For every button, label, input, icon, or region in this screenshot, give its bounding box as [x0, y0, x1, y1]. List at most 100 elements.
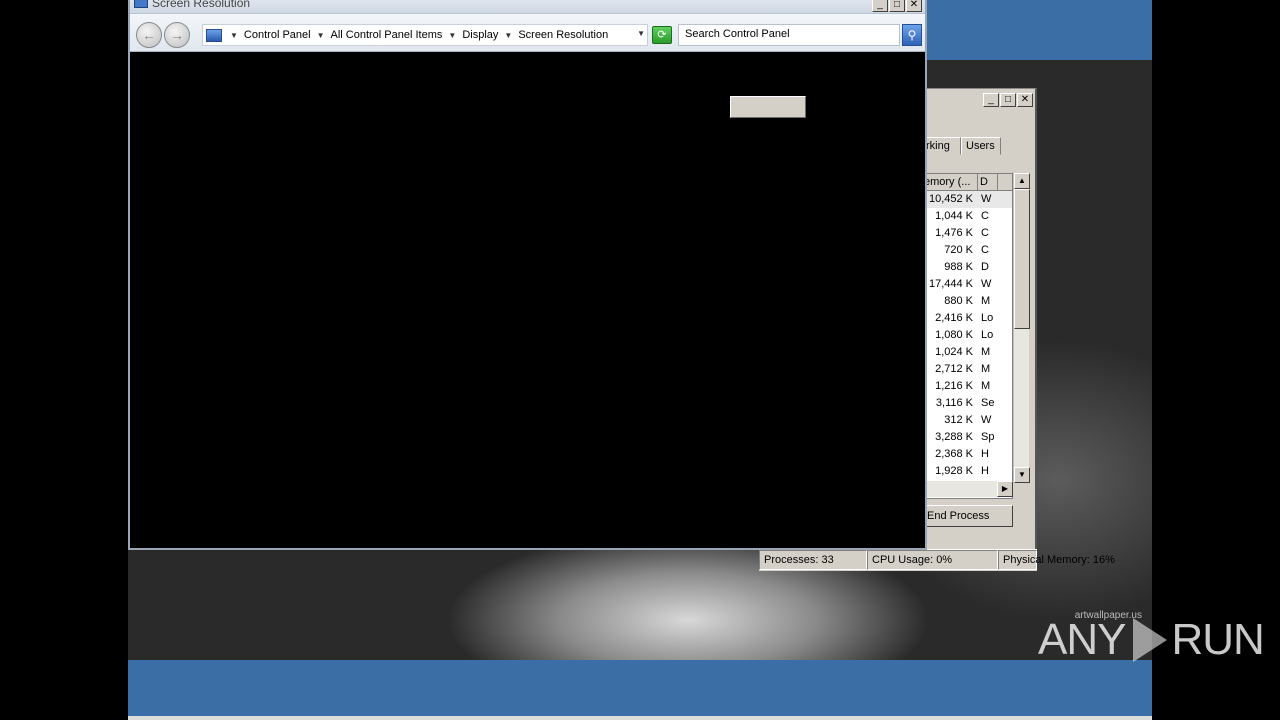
- memory-cell: 1,080 K: [935, 329, 973, 341]
- maximize-button[interactable]: □: [1000, 93, 1016, 107]
- memory-cell: 880 K: [944, 295, 973, 307]
- column-description[interactable]: D: [978, 174, 998, 190]
- memory-cell: 1,928 K: [935, 465, 973, 477]
- chevron-down-icon[interactable]: ▼: [500, 31, 516, 40]
- memory-cell: 1,476 K: [935, 227, 973, 239]
- table-row[interactable]: 2,712 K M: [922, 361, 1012, 378]
- back-arrow-icon[interactable]: ←: [136, 22, 162, 48]
- breadcrumb-control-panel[interactable]: Control Panel: [242, 29, 313, 41]
- task-manager-titlebar[interactable]: _ □ ✕: [921, 89, 1035, 111]
- description-cell: M: [981, 346, 991, 358]
- tab-users[interactable]: Users: [961, 137, 1001, 155]
- table-row[interactable]: 312 K W: [922, 412, 1012, 429]
- description-cell: Sp: [981, 431, 995, 443]
- description-cell: C: [981, 244, 989, 256]
- breadcrumb-display[interactable]: Display: [460, 29, 500, 41]
- memory-cell: 17,444 K: [928, 278, 973, 290]
- vertical-scrollbar[interactable]: ▲ ▼: [1013, 173, 1030, 483]
- maximize-button[interactable]: □: [889, 0, 905, 12]
- description-cell: C: [981, 227, 989, 239]
- desktop: artwallpaper.us _ □ ✕ rking Users emory …: [0, 0, 1280, 720]
- address-bar[interactable]: ▼ Control Panel ▼ All Control Panel Item…: [202, 24, 648, 46]
- table-row[interactable]: 720 K C: [922, 242, 1012, 259]
- memory-cell: 10,452 K: [928, 193, 973, 205]
- table-row[interactable]: 2,416 K Lo: [922, 310, 1012, 327]
- process-list[interactable]: emory (... D 10,452 K W 1,044 K C 1,476 K C…: [921, 173, 1013, 499]
- memory-cell: 988 K: [944, 261, 973, 273]
- table-row[interactable]: 1,080 K Lo: [922, 327, 1012, 344]
- anyrun-watermark: ANY RUN: [1038, 612, 1265, 668]
- description-cell: C: [981, 210, 989, 222]
- navigation-toolbar: ← → ▼ Control Panel ▼ All Control Panel …: [130, 14, 925, 52]
- table-row[interactable]: 988 K D: [922, 259, 1012, 276]
- memory-cell: 3,288 K: [935, 431, 973, 443]
- scroll-down-arrow-icon[interactable]: ▼: [1014, 467, 1030, 483]
- breadcrumb-all-items[interactable]: All Control Panel Items: [329, 29, 445, 41]
- refresh-icon[interactable]: ⟳: [652, 26, 672, 44]
- table-row[interactable]: 1,928 K H: [922, 463, 1012, 480]
- description-cell: Se: [981, 397, 995, 409]
- description-cell: H: [981, 465, 989, 477]
- description-cell: M: [981, 363, 991, 375]
- memory-cell: 3,116 K: [935, 397, 973, 409]
- status-processes: Processes: 33: [759, 550, 867, 570]
- description-cell: W: [981, 414, 992, 426]
- watermark-any: ANY: [1038, 615, 1126, 664]
- memory-cell: 2,368 K: [935, 448, 973, 460]
- memory-cell: 720 K: [944, 244, 973, 256]
- chevron-down-icon[interactable]: ▼: [226, 31, 242, 40]
- memory-cell: 312 K: [944, 414, 973, 426]
- scroll-up-arrow-icon[interactable]: ▲: [1014, 173, 1030, 189]
- task-manager-window: _ □ ✕ rking Users emory (... D 10,452 K W…: [759, 88, 1115, 571]
- chevron-down-icon[interactable]: ▼: [313, 31, 329, 40]
- table-row[interactable]: 1,216 K M: [922, 378, 1012, 395]
- watermark-run: RUN: [1171, 615, 1264, 664]
- memory-cell: 2,712 K: [935, 363, 973, 375]
- minimize-button[interactable]: _: [983, 93, 999, 107]
- search-input[interactable]: Search Control Panel: [678, 24, 900, 46]
- close-button[interactable]: ✕: [1017, 93, 1033, 107]
- description-cell: H: [981, 448, 989, 460]
- table-row[interactable]: 1,024 K M: [922, 344, 1012, 361]
- search-icon[interactable]: ⚲: [902, 24, 922, 46]
- table-row[interactable]: 2,368 K H: [922, 446, 1012, 463]
- table-row[interactable]: 17,444 K W: [922, 276, 1012, 293]
- display-icon: [134, 0, 148, 8]
- unlabeled-button[interactable]: [730, 96, 806, 118]
- memory-cell: 1,024 K: [935, 346, 973, 358]
- end-process-button[interactable]: End Process: [921, 505, 1013, 527]
- forward-arrow-icon[interactable]: →: [164, 22, 190, 48]
- column-memory[interactable]: emory (...: [922, 174, 978, 190]
- minimize-button[interactable]: _: [872, 0, 888, 12]
- screen-resolution-window: Screen Resolution _ □ ✕ ← → ▼ Control Pa…: [128, 0, 927, 550]
- breadcrumb-screen-resolution[interactable]: Screen Resolution: [516, 29, 610, 41]
- window-title: Screen Resolution: [152, 0, 251, 10]
- description-cell: W: [981, 193, 992, 205]
- table-row[interactable]: 1,044 K C: [922, 208, 1012, 225]
- table-row[interactable]: 10,452 K W: [922, 191, 1012, 208]
- chevron-down-icon[interactable]: ▼: [444, 31, 460, 40]
- address-dropdown-icon[interactable]: ▼: [637, 29, 645, 38]
- table-row[interactable]: 880 K M: [922, 293, 1012, 310]
- description-cell: D: [981, 261, 989, 273]
- table-row[interactable]: 3,288 K Sp: [922, 429, 1012, 446]
- taskbar-edge: [128, 716, 1152, 720]
- status-physical-memory: Physical Memory: 16%: [998, 550, 1115, 570]
- table-row[interactable]: 1,476 K C: [922, 225, 1012, 242]
- description-cell: Lo: [981, 312, 994, 324]
- table-row[interactable]: 3,116 K Se: [922, 395, 1012, 412]
- description-cell: W: [981, 278, 992, 290]
- description-cell: M: [981, 380, 991, 392]
- scroll-right-arrow-icon[interactable]: ▶: [997, 481, 1013, 497]
- scrollbar-thumb[interactable]: [1014, 189, 1030, 329]
- tab-networking[interactable]: rking: [921, 137, 961, 155]
- play-logo-icon: [1133, 618, 1168, 662]
- screen-resolution-titlebar[interactable]: Screen Resolution _ □ ✕: [130, 0, 925, 14]
- vm-screen: artwallpaper.us _ □ ✕ rking Users emory …: [128, 0, 1152, 720]
- task-manager-statusbar: Processes: 33 CPU Usage: 0% Physical Mem…: [759, 549, 1115, 571]
- horizontal-scrollbar[interactable]: ▶: [921, 481, 1013, 497]
- window-content-area: [130, 52, 925, 548]
- close-button[interactable]: ✕: [906, 0, 922, 12]
- control-panel-icon: [206, 28, 222, 42]
- description-cell: Lo: [981, 329, 994, 341]
